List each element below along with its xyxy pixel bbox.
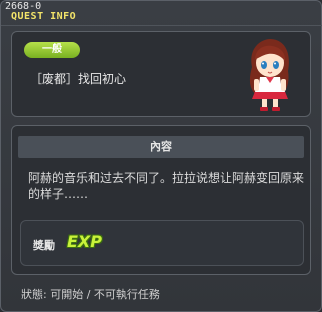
quest-info-window: 2668-0 QUEST INFO 一般 ［废都］找回初心 內容 阿赫的音乐和过…	[0, 0, 322, 312]
content-section-header: 內容	[18, 136, 304, 158]
quest-summary-panel: 一般 ［废都］找回初心	[11, 31, 311, 117]
title-divider	[1, 25, 322, 26]
quest-title: ［废都］找回初心	[30, 72, 127, 86]
quest-detail-panel: 內容 阿赫的音乐和过去不同了。拉拉说想让阿赫变回原来的样子…… 獎勵 EXP	[11, 125, 311, 275]
window-title: QUEST INFO	[11, 11, 77, 22]
reward-box: 獎勵 EXP	[20, 220, 304, 266]
quest-status: 狀態: 可開始 / 不可執行任務	[21, 288, 160, 301]
quest-category-badge: 一般	[24, 42, 80, 58]
npc-avatar	[249, 39, 289, 111]
exp-icon: EXP	[67, 232, 102, 251]
quest-description: 阿赫的音乐和过去不同了。拉拉说想让阿赫变回原来的样子……	[28, 171, 305, 201]
reward-label: 獎勵	[33, 239, 55, 252]
